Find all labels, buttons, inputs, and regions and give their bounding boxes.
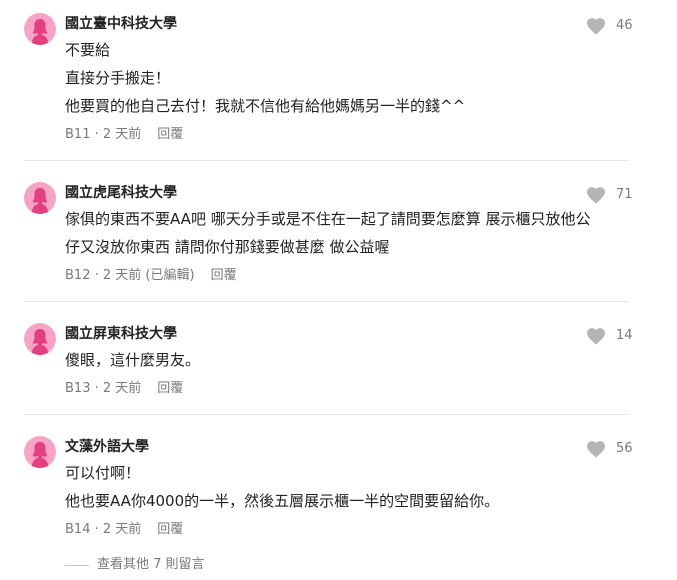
comment-text-line: 仔又沒放你東西 請問你付那錢要做甚麼 做公益喔 [65, 238, 390, 256]
like-count: 46 [616, 18, 633, 33]
divider [24, 414, 629, 415]
like-button[interactable]: 56 [586, 440, 633, 458]
reply-button[interactable]: 回覆 [211, 267, 237, 285]
meta-separator: · [90, 127, 103, 142]
like-button[interactable]: 71 [586, 186, 633, 204]
comment-text-line: 傻眼，這什麼男友。 [65, 351, 201, 369]
like-count: 14 [616, 328, 633, 343]
heart-icon[interactable] [586, 440, 606, 458]
meta-separator: · [90, 522, 103, 537]
edited-text: (已編輯) [145, 268, 195, 283]
comment-text-line: 直接分手搬走！ [65, 69, 171, 87]
school-name[interactable]: 文藻外語大學 [65, 438, 149, 456]
like-button[interactable]: 14 [586, 327, 633, 345]
reply-button[interactable]: 回覆 [157, 380, 183, 398]
comment-text-line: 傢俱的東西不要AA吧 哪天分手或是不住在一起了請問要怎麼算 展示櫃只放他公 [65, 210, 591, 228]
comment-text-line: 他也要AA你4000的一半，然後五層展示櫃一半的空間要留給你。 [65, 492, 500, 510]
heart-icon[interactable] [586, 327, 606, 345]
female-avatar-icon[interactable] [24, 182, 56, 214]
like-count: 71 [616, 187, 633, 202]
timestamp: 2 天前 [102, 127, 142, 142]
timestamp: 2 天前 [102, 268, 142, 283]
female-avatar-icon[interactable] [24, 323, 56, 355]
comment-text-line: 可以付啊！ [65, 464, 141, 482]
comment-text-line: 他要買的他自己去付！我就不信他有給他媽媽另一半的錢^^ [65, 97, 466, 115]
like-count: 56 [616, 441, 633, 456]
reply-button[interactable]: 回覆 [157, 126, 183, 144]
heart-icon[interactable] [586, 186, 606, 204]
divider [24, 160, 629, 161]
divider [24, 301, 629, 302]
comment-meta: B13 · 2 天前 回覆 [65, 380, 183, 398]
floor-number: B13 [65, 381, 91, 396]
female-avatar-icon[interactable] [24, 436, 56, 468]
school-name[interactable]: 國立屏東科技大學 [65, 325, 177, 343]
comment-meta: B11 · 2 天前 回覆 [65, 126, 183, 144]
dash-divider [65, 564, 89, 566]
meta-separator: · [90, 268, 103, 283]
like-button[interactable]: 46 [586, 17, 633, 35]
floor-number: B12 [65, 268, 91, 283]
heart-icon[interactable] [586, 17, 606, 35]
comment-thread: 國立臺中科技大學 46 不要給 直接分手搬走！ 他要買的他自己去付！我就不信他有… [0, 0, 677, 580]
meta-separator: · [90, 381, 103, 396]
female-avatar-icon[interactable] [24, 13, 56, 45]
view-more-comments[interactable]: 查看其他 7 則留言 [65, 556, 205, 574]
floor-number: B11 [65, 127, 91, 142]
timestamp: 2 天前 [102, 381, 142, 396]
view-more-label[interactable]: 查看其他 7 則留言 [97, 556, 205, 574]
floor-number: B14 [65, 522, 91, 537]
comment-meta: B14 · 2 天前 回覆 [65, 521, 183, 539]
timestamp: 2 天前 [102, 522, 142, 537]
edited-label: (已編輯) [141, 267, 194, 285]
school-name[interactable]: 國立虎尾科技大學 [65, 184, 177, 202]
comment-meta: B12 · 2 天前 (已編輯) 回覆 [65, 267, 237, 285]
comment-text-line: 不要給 [65, 41, 111, 59]
reply-button[interactable]: 回覆 [157, 521, 183, 539]
school-name[interactable]: 國立臺中科技大學 [65, 15, 177, 33]
